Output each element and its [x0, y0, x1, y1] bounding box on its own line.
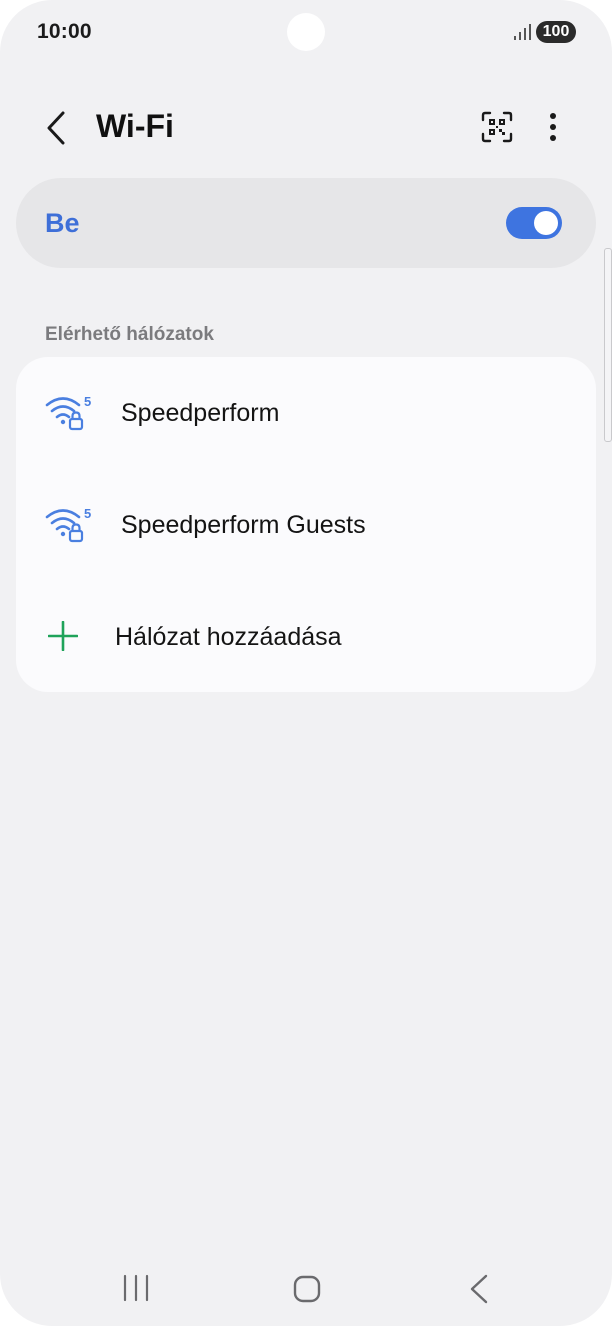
- qr-scan-button[interactable]: [478, 108, 516, 146]
- battery-level: 100: [542, 23, 570, 40]
- qr-scan-icon: [481, 111, 513, 143]
- page-title: Wi-Fi: [96, 108, 174, 144]
- more-vertical-icon: [550, 113, 556, 141]
- wifi-band-label: 5: [84, 506, 91, 521]
- back-button[interactable]: [36, 106, 76, 150]
- network-item[interactable]: 5 Speedperform Guests: [16, 469, 596, 579]
- wifi-toggle[interactable]: [506, 207, 562, 239]
- more-options-button[interactable]: [536, 108, 570, 146]
- network-list: 5 Speedperform 5 Speedperform Guests Hál…: [16, 357, 596, 692]
- status-bar: 10:00 100: [0, 0, 612, 64]
- chevron-left-icon: [47, 111, 65, 145]
- toggle-knob: [534, 211, 558, 235]
- wifi-5ghz-locked-icon: 5: [45, 394, 91, 431]
- network-name: Speedperform Guests: [121, 511, 366, 539]
- wifi-master-switch[interactable]: Be: [16, 178, 596, 268]
- screen: 10:00 100 Wi-Fi Be Elérhető hálózatok 5 …: [0, 0, 612, 1326]
- signal-icon: [514, 24, 531, 40]
- navigation-bar: [0, 1258, 612, 1318]
- add-network-button[interactable]: Hálózat hozzáadása: [16, 581, 596, 691]
- back-icon[interactable]: [464, 1272, 494, 1306]
- available-networks-header: Elérhető hálózatok: [45, 324, 214, 345]
- scrollbar[interactable]: [604, 248, 612, 442]
- plus-icon: [48, 621, 78, 651]
- wifi-master-label: Be: [45, 208, 80, 238]
- battery-icon: 100: [536, 21, 576, 43]
- wifi-band-label: 5: [84, 394, 91, 409]
- network-name: Speedperform: [121, 399, 280, 427]
- status-time: 10:00: [37, 20, 92, 43]
- home-icon[interactable]: [290, 1272, 324, 1306]
- app-header: Wi-Fi: [0, 96, 612, 160]
- camera-cutout: [287, 13, 325, 51]
- recents-icon[interactable]: [118, 1272, 154, 1304]
- network-item[interactable]: 5 Speedperform: [16, 357, 596, 467]
- wifi-5ghz-locked-icon: 5: [45, 506, 91, 543]
- add-network-label: Hálózat hozzáadása: [115, 623, 342, 651]
